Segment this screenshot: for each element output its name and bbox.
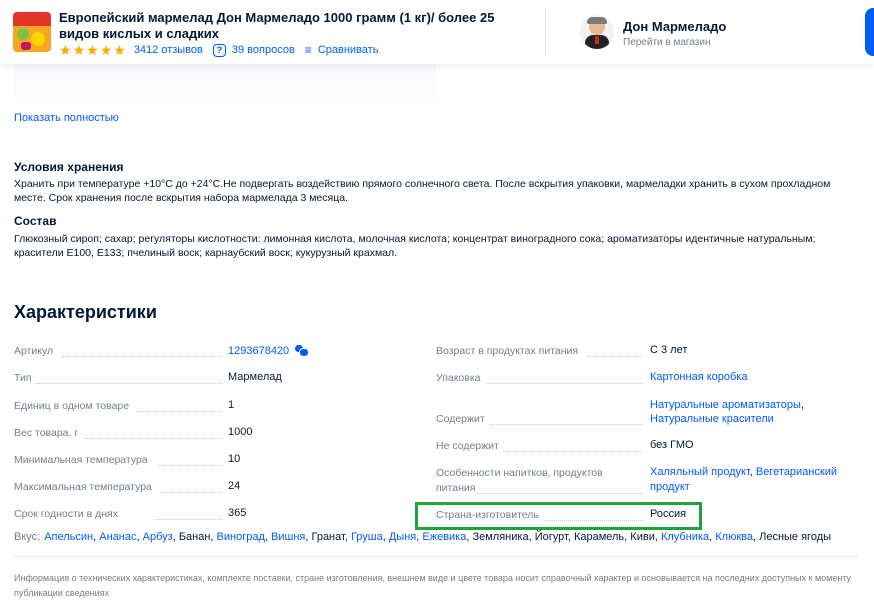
composition-title: Состав xyxy=(14,214,57,228)
questions-label: 39 вопросов xyxy=(231,44,295,56)
char-label: Единиц в одном товаре xyxy=(14,400,130,412)
product-meta: ★ ★ ★ ★ ★ 3412 отзывов ? 39 вопросов ≡ С… xyxy=(59,42,388,58)
storage-conditions-text: Хранить при температуре +10°C до +24°C.Н… xyxy=(14,178,831,204)
characteristics-title: Характеристики xyxy=(14,302,157,322)
char-label: Максимальная температура xyxy=(14,481,152,493)
natural-flavors-link[interactable]: Натуральные ароматизаторы xyxy=(650,399,801,411)
char-label-line1: Особенности напитков, продуктов xyxy=(436,467,603,479)
dotted-leader xyxy=(84,438,222,439)
tastes-row: Вкус: Апельсин, Ананас, Арбуз, Банан, Вин… xyxy=(14,531,864,543)
description-image-fade xyxy=(14,64,436,108)
compare-label: Сравнивать xyxy=(317,44,379,56)
taste-item[interactable]: Клубника xyxy=(661,531,709,543)
dotted-leader xyxy=(490,424,643,425)
taste-item: Йогурт xyxy=(534,531,568,543)
taste-item[interactable]: Груша xyxy=(351,531,383,543)
features-value-line1: Халяльный продукт, Вегетарианский xyxy=(650,466,837,478)
dotted-leader xyxy=(36,383,222,384)
star-icon: ★ xyxy=(72,42,86,58)
rating-stars[interactable]: ★ ★ ★ ★ ★ xyxy=(59,43,126,57)
char-label: Вес товара, г xyxy=(14,427,79,439)
taste-item: Киви xyxy=(630,531,655,543)
taste-item: Лесные ягоды xyxy=(759,531,832,543)
char-value: без ГМО xyxy=(650,439,694,451)
dotted-leader xyxy=(486,383,643,384)
star-icon: ★ xyxy=(86,42,99,58)
taste-item[interactable]: Апельсин xyxy=(44,531,93,543)
vegetarian-product-link[interactable]: Вегетарианский xyxy=(756,466,837,478)
char-label-line2: питания xyxy=(436,482,476,494)
compare-link[interactable]: ≡ Сравнивать xyxy=(305,43,379,57)
char-value: 10 xyxy=(228,453,241,465)
country-highlight-box xyxy=(415,502,702,530)
dotted-leader xyxy=(587,356,643,357)
go-to-shop-link[interactable]: Перейти в магазин xyxy=(623,37,711,48)
char-value: 1 xyxy=(228,399,235,411)
header-action-button[interactable] xyxy=(865,8,874,56)
taste-item[interactable]: Вишня xyxy=(271,531,305,543)
taste-item[interactable]: Ананас xyxy=(99,531,136,543)
dotted-leader xyxy=(155,519,222,520)
tastes-list: Апельсин, Ананас, Арбуз, Банан, Виноград… xyxy=(44,531,831,543)
shop-name[interactable]: Дон Мармеладо xyxy=(623,19,726,34)
taste-item[interactable]: Ежевика xyxy=(422,531,466,543)
packaging-link[interactable]: Картонная коробка xyxy=(650,371,747,383)
dotted-leader xyxy=(162,492,222,493)
contains-separator: , xyxy=(800,399,804,411)
star-icon: ★ xyxy=(59,42,72,58)
compare-icon: ≡ xyxy=(304,43,312,57)
sticky-product-header: Европейский мармелад Дон Мармеладо 1000 … xyxy=(0,0,874,64)
dotted-leader xyxy=(157,465,222,466)
questions-link[interactable]: ? 39 вопросов xyxy=(212,43,295,57)
show-more-link[interactable]: Показать полностью xyxy=(14,112,119,124)
header-divider xyxy=(545,8,546,56)
taste-item[interactable]: Виноград xyxy=(217,531,265,543)
star-icon: ★ xyxy=(113,42,126,58)
dotted-leader xyxy=(503,451,643,452)
article-number-value[interactable]: 1293678420 xyxy=(228,344,310,357)
char-label: Артикул xyxy=(14,345,54,357)
product-thumbnail[interactable] xyxy=(13,12,51,52)
char-value: 1000 xyxy=(228,426,253,438)
disclaimer-text: Информация о технических характеристиках… xyxy=(14,573,852,598)
dotted-leader xyxy=(62,356,222,357)
halal-product-link[interactable]: Халяльный продукт xyxy=(650,466,750,478)
product-title: Европейский мармелад Дон Мармеладо 1000 … xyxy=(59,10,495,41)
taste-item[interactable]: Арбуз xyxy=(143,531,173,543)
char-label: Возраст в продуктах питания xyxy=(436,345,579,357)
star-icon: ★ xyxy=(99,42,113,58)
char-value: 24 xyxy=(228,480,241,492)
article-number[interactable]: 1293678420 xyxy=(228,345,289,357)
storage-conditions-title: Условия хранения xyxy=(14,160,124,174)
char-label: Упаковка xyxy=(436,372,481,384)
shop-avatar[interactable] xyxy=(580,15,614,49)
dotted-leader xyxy=(477,493,643,494)
question-icon: ? xyxy=(212,43,226,57)
taste-item[interactable]: Дыня xyxy=(389,531,416,543)
char-value: Мармелад xyxy=(228,371,282,383)
dotted-leader xyxy=(136,411,222,412)
char-label: Не содержит xyxy=(436,440,499,452)
char-value: С 3 лет xyxy=(650,344,688,356)
vegetarian-product-link-cont[interactable]: продукт xyxy=(650,481,690,493)
taste-item: Карамель xyxy=(573,531,625,543)
taste-item: Земляника xyxy=(472,531,529,543)
section-divider xyxy=(14,556,858,557)
taste-item[interactable]: Клюква xyxy=(715,531,753,543)
taste-item: Гранат xyxy=(311,531,345,543)
char-label: Тип xyxy=(14,372,32,384)
tastes-label: Вкус: xyxy=(14,531,41,543)
char-label: Срок годности в днях xyxy=(14,508,118,520)
char-label: Минимальная температура xyxy=(14,454,148,466)
reviews-link[interactable]: 3412 отзывов xyxy=(134,44,203,56)
natural-colors-link[interactable]: Натуральные красители xyxy=(650,413,774,425)
char-value: 365 xyxy=(228,507,247,519)
contains-value-line1: Натуральные ароматизаторы, xyxy=(650,399,804,411)
copy-icon[interactable] xyxy=(295,345,310,357)
char-label: Содержит xyxy=(436,413,485,425)
composition-text: Глюкозный сироп; сахар; регуляторы кисло… xyxy=(14,233,816,259)
taste-item: Банан xyxy=(178,531,211,543)
